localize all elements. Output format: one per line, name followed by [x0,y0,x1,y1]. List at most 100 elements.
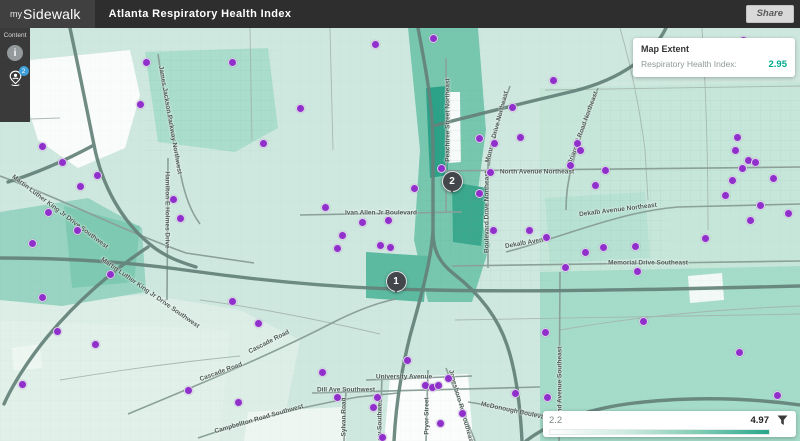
map-dot[interactable] [53,327,62,336]
map-marker-2[interactable]: 2 [442,171,463,192]
map-dot[interactable] [489,226,498,235]
map-dot[interactable] [228,297,237,306]
map-dot[interactable] [599,243,608,252]
map-dot[interactable] [576,146,585,155]
mysidewalk-logo[interactable]: mySidewalk [0,0,95,28]
map-dot[interactable] [386,243,395,252]
map-marker-1[interactable]: 1 [386,271,407,292]
map-dot[interactable] [93,171,102,180]
map-dot[interactable] [73,226,82,235]
map-dot[interactable] [490,139,499,148]
map-dot[interactable] [142,58,151,67]
street-label: Peachtree Street Northeast [445,78,452,161]
map-dot[interactable] [321,203,330,212]
map-dot[interactable] [475,134,484,143]
map-dot[interactable] [701,234,710,243]
map-dot[interactable] [566,161,575,170]
map-dot[interactable] [38,142,47,151]
map-dot[interactable] [429,34,438,43]
map-dot[interactable] [581,248,590,257]
map-dot[interactable] [541,328,550,337]
map-dot[interactable] [721,191,730,200]
map-dot[interactable] [254,319,263,328]
map-dot[interactable] [486,168,495,177]
map-dot[interactable] [106,270,115,279]
map-dot[interactable] [410,184,419,193]
map-dot[interactable] [76,182,85,191]
map-dot[interactable] [751,158,760,167]
map-dot[interactable] [475,189,484,198]
map-dot[interactable] [437,164,446,173]
map-dot[interactable] [338,231,347,240]
map-dot[interactable] [358,218,367,227]
map-dot[interactable] [543,393,552,402]
map-dot[interactable] [376,241,385,250]
map-dot[interactable] [549,76,558,85]
map-dot[interactable] [756,201,765,210]
map-dot[interactable] [373,393,382,402]
range-gradient-slider[interactable] [549,429,770,435]
map-dot[interactable] [561,263,570,272]
map-dot[interactable] [631,242,640,251]
info-button[interactable]: i [7,45,23,61]
street-label: Martin Luther King Jr Drive Southwest [99,256,200,330]
map-dot[interactable] [44,208,53,217]
location-pin-icon [7,74,24,91]
map-canvas[interactable]: James Jackson Parkway NorthwestHamilton … [0,28,800,441]
map-dot[interactable] [136,100,145,109]
map-dot[interactable] [58,158,67,167]
map-dot[interactable] [769,174,778,183]
map-dot[interactable] [508,103,517,112]
map-dot[interactable] [384,216,393,225]
street-label: Boulevard Drive Northeast [484,171,491,253]
map-dot[interactable] [38,293,47,302]
map-dot[interactable] [434,381,443,390]
map-dot[interactable] [784,209,793,218]
map-dot[interactable] [228,58,237,67]
map-dot[interactable] [318,368,327,377]
map-dot[interactable] [333,244,342,253]
map-dot[interactable] [458,409,467,418]
street-label: Cascade Road [199,361,243,383]
map-dot[interactable] [728,176,737,185]
street-label: North Avenue Northeast [500,169,574,176]
street-label: Ivan Allen Jr Boulevard [345,210,417,217]
map-dot[interactable] [169,195,178,204]
map-dot[interactable] [91,340,100,349]
page-title: Atlanta Respiratory Health Index [109,8,292,20]
map-dot[interactable] [28,239,37,248]
layers-button[interactable]: 2 [7,70,24,92]
map-dot[interactable] [591,181,600,190]
map-dot[interactable] [746,216,755,225]
content-sidebar: Content i 2 [0,28,30,122]
map-dot[interactable] [18,380,27,389]
map-dot[interactable] [542,233,551,242]
map-dot[interactable] [176,214,185,223]
map-dot[interactable] [601,166,610,175]
map-dot[interactable] [633,267,642,276]
map-dot[interactable] [369,403,378,412]
funnel-icon[interactable] [777,415,788,426]
map-dot[interactable] [733,133,742,142]
map-dot[interactable] [773,391,782,400]
share-button[interactable]: Share [746,5,794,23]
map-dot[interactable] [234,398,243,407]
map-dot[interactable] [403,356,412,365]
map-dot[interactable] [296,104,305,113]
map-dot[interactable] [378,433,387,441]
map-dot[interactable] [731,146,740,155]
map-dot[interactable] [371,40,380,49]
map-dot[interactable] [516,133,525,142]
map-dot[interactable] [184,386,193,395]
map-dot[interactable] [333,393,342,402]
map-dot[interactable] [738,164,747,173]
map-dot[interactable] [436,419,445,428]
street-label: University Avenue [376,374,432,381]
map-dot[interactable] [525,226,534,235]
map-dot[interactable] [735,348,744,357]
map-dot[interactable] [444,374,453,383]
map-dot[interactable] [511,389,520,398]
app-header: mySidewalk Atlanta Respiratory Health In… [0,0,800,28]
map-dot[interactable] [639,317,648,326]
map-dot[interactable] [259,139,268,148]
